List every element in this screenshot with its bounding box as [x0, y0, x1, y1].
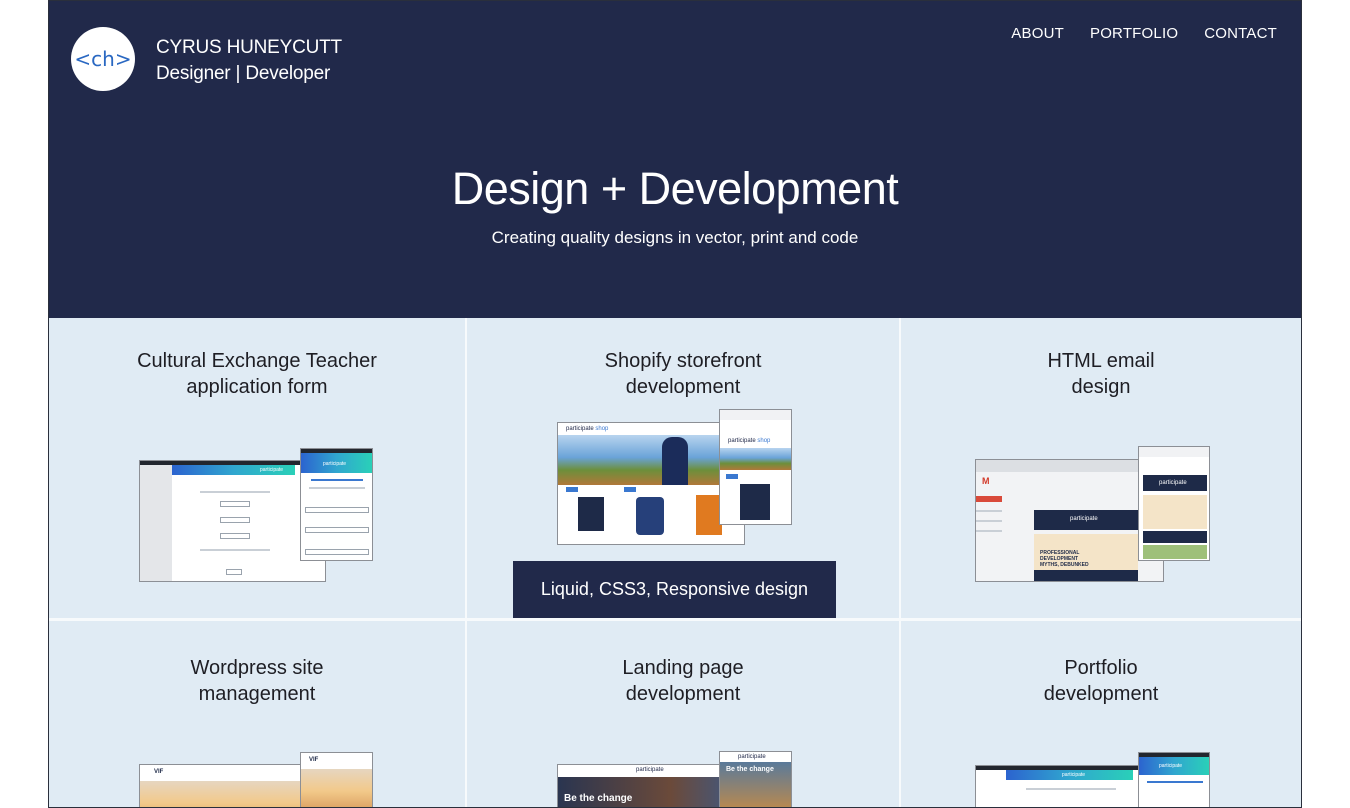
email-mobile-thumbnail: participate: [1138, 446, 1210, 561]
portfolio-mobile-thumbnail: participate: [1138, 752, 1210, 807]
portfolio-card-landing-page[interactable]: Landing page development participate Be …: [467, 621, 899, 807]
hero-header: <ch> CYRUS HUNEYCUTT Designer | Develope…: [49, 1, 1301, 318]
grid-divider: [899, 318, 901, 807]
mobile-form-thumbnail: participate: [300, 448, 373, 561]
portfolio-desktop-thumbnail: participate: [975, 765, 1164, 807]
hero-title: Design + Development: [451, 163, 899, 214]
email-desktop-thumbnail: M participate PROFESSIONAL DEVELOPMENT M…: [975, 459, 1164, 582]
nav-portfolio[interactable]: PORTFOLIO: [1090, 25, 1178, 42]
main-nav: ABOUT PORTFOLIO CONTACT: [1011, 25, 1277, 42]
wordpress-desktop-thumbnail: VIF: [139, 764, 326, 807]
grid-divider: [465, 318, 467, 807]
card-title: HTML email design: [1047, 350, 1155, 398]
landing-mobile-thumbnail: participate Be the change: [719, 751, 792, 807]
project-tech-tag: Liquid, CSS3, Responsive design: [513, 561, 836, 618]
card-title: Portfolio development: [1043, 657, 1159, 705]
desktop-form-thumbnail: participate: [139, 460, 326, 582]
portfolio-page: <ch> CYRUS HUNEYCUTT Designer | Develope…: [48, 0, 1302, 808]
site-role: Designer | Developer: [156, 63, 331, 84]
portfolio-card-application-form[interactable]: Cultural Exchange Teacher application fo…: [49, 318, 465, 618]
nav-about[interactable]: ABOUT: [1011, 25, 1064, 42]
card-title: Landing page development: [622, 657, 744, 705]
landing-desktop-thumbnail: participate Be the change: [557, 764, 745, 807]
card-title: Shopify storefront development: [604, 350, 762, 398]
portfolio-card-wordpress[interactable]: Wordpress site management VIF VIF: [49, 621, 465, 807]
portfolio-card-shopify[interactable]: Shopify storefront development participa…: [467, 318, 899, 618]
portfolio-card-portfolio[interactable]: Portfolio development participate partic…: [901, 621, 1301, 807]
site-name: CYRUS HUNEYCUTT: [156, 37, 342, 58]
card-title: Cultural Exchange Teacher application fo…: [137, 350, 377, 398]
shop-mobile-thumbnail: participate shop: [719, 409, 792, 525]
grid-divider: [49, 618, 1301, 621]
hero-subtitle: Creating quality designs in vector, prin…: [491, 228, 859, 247]
brand-block: CYRUS HUNEYCUTT Designer | Developer: [156, 35, 342, 87]
wordpress-mobile-thumbnail: VIF: [300, 752, 373, 807]
shop-desktop-thumbnail: participate shop: [557, 422, 745, 545]
nav-contact[interactable]: CONTACT: [1204, 25, 1277, 42]
portfolio-card-html-email[interactable]: HTML email design M participate PROFESSI…: [901, 318, 1301, 618]
logo[interactable]: <ch>: [71, 27, 135, 91]
card-title: Wordpress site management: [190, 657, 324, 705]
